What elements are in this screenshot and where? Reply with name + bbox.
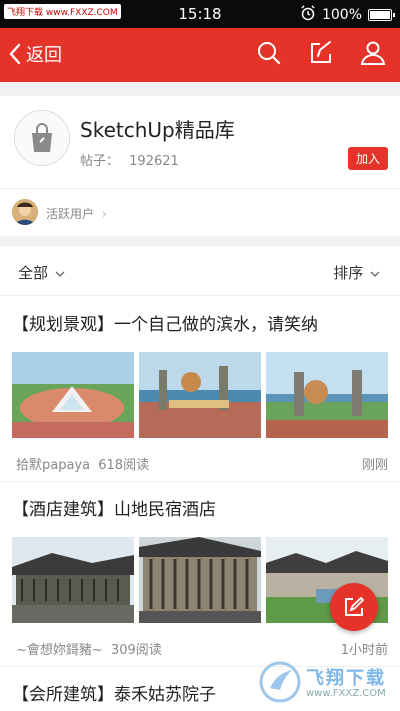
- post-time: 1小时前: [340, 643, 388, 658]
- post-author: 拾默papaya: [16, 458, 91, 473]
- search-icon[interactable]: [256, 40, 282, 66]
- post-thumbnails: [12, 352, 388, 438]
- filter-all-dropdown[interactable]: 全部: [18, 262, 65, 283]
- post-title: 【酒店建筑】山地民宿酒店: [12, 500, 216, 520]
- post-author: ~會想妳鎶豬~: [16, 643, 103, 658]
- back-button[interactable]: 返回: [8, 41, 62, 67]
- back-label: 返回: [26, 45, 62, 66]
- post-reads: 309阅读: [110, 643, 162, 658]
- post-item[interactable]: 【酒店建筑】山地民宿酒店 ~會想妳鎶豬~ 309阅读 1小时前: [0, 481, 400, 667]
- join-button[interactable]: 加入: [347, 147, 388, 170]
- filter-all-label: 全部: [18, 264, 49, 282]
- nav-bar: 返回: [0, 28, 400, 82]
- post-reads: 618阅读: [98, 458, 150, 473]
- chevron-down-icon: [370, 271, 380, 277]
- post-item[interactable]: 【规划景观】一个自己做的滨水，请笑纳 拾默papaya 618阅读 刚刚: [0, 296, 400, 482]
- watermark-logo: 飞翔下载 www.FXXZ.COM: [258, 660, 394, 704]
- post-image[interactable]: [266, 352, 388, 438]
- watermark-url: www.FXXZ.COM: [306, 688, 386, 699]
- edit-icon: [345, 596, 365, 616]
- alarm-icon: [300, 5, 316, 25]
- chevron-left-icon: [9, 43, 21, 65]
- battery-percent: 100%: [321, 7, 362, 23]
- status-right: 100%: [300, 5, 395, 25]
- post-meta: 拾默papaya 618阅读: [16, 454, 149, 473]
- post-image[interactable]: [139, 537, 261, 623]
- filter-row: 全部 排序: [0, 246, 400, 296]
- section-separator: [0, 236, 400, 246]
- forum-title: SketchUp精品库: [80, 118, 235, 142]
- user-icon[interactable]: [360, 40, 386, 66]
- watermark-icon: [259, 661, 301, 703]
- avatar: [12, 199, 38, 225]
- forum-logo: [14, 110, 70, 166]
- post-meta: ~會想妳鎶豬~ 309阅读: [16, 639, 162, 658]
- posts-count: 192621: [129, 154, 179, 169]
- sort-dropdown[interactable]: 排序: [333, 262, 380, 283]
- post-image[interactable]: [139, 352, 261, 438]
- active-users-text: 活跃用户: [46, 207, 95, 221]
- post-image[interactable]: [12, 352, 134, 438]
- shopping-bag-icon: [32, 123, 52, 152]
- chevron-down-icon: [55, 271, 65, 277]
- sort-label: 排序: [333, 264, 364, 282]
- forum-header: SketchUp精品库 帖子： 192621 加入: [0, 96, 400, 188]
- active-users-row[interactable]: 活跃用户 ›: [0, 188, 400, 236]
- section-separator: [0, 82, 400, 96]
- battery-icon: [368, 9, 395, 21]
- chevron-right-icon: ›: [101, 207, 107, 221]
- post-title: 【规划景观】一个自己做的滨水，请笑纳: [12, 315, 318, 335]
- status-bar: 飞翔下载 www.FXXZ.COM 15:18 100%: [0, 0, 400, 28]
- post-image[interactable]: [12, 537, 134, 623]
- floating-compose-button[interactable]: [330, 583, 378, 631]
- post-time: 刚刚: [361, 458, 388, 473]
- forum-post-count: 帖子： 192621: [80, 150, 179, 169]
- active-users-label: 活跃用户 ›: [46, 205, 107, 222]
- post-title: 【会所建筑】泰禾姑苏院子: [12, 685, 216, 705]
- watermark-text: 飞翔下载: [306, 668, 386, 689]
- nav-actions: [256, 40, 386, 66]
- posts-label: 帖子：: [80, 154, 120, 169]
- compose-icon[interactable]: [308, 40, 334, 66]
